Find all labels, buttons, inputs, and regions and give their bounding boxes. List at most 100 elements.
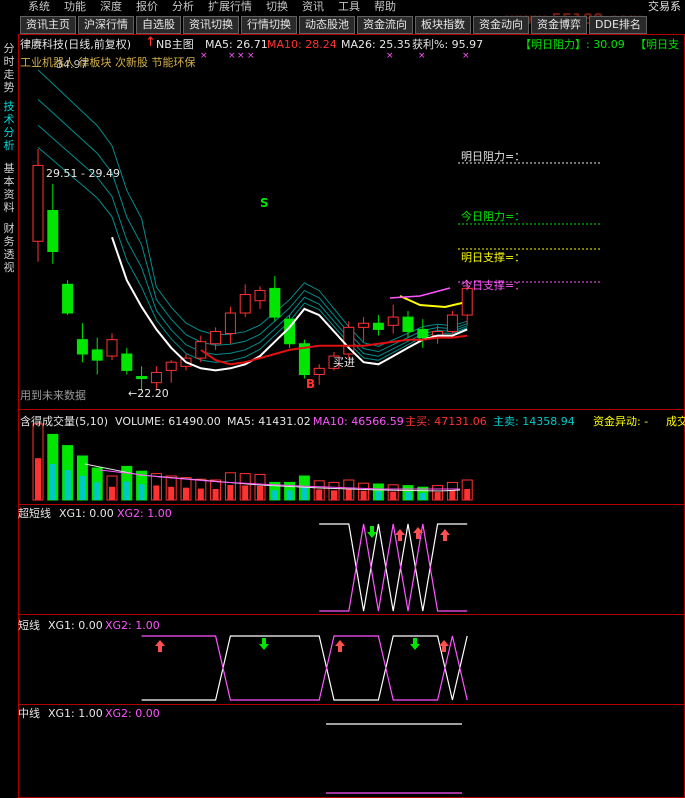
panel-divider [18, 614, 685, 615]
medium-label: 中线 [18, 707, 40, 720]
x-marker-icon: × [200, 51, 208, 61]
volume-inner-bar [419, 492, 426, 500]
nb-label[interactable]: NB主图 [156, 38, 194, 51]
volume-inner-bar [405, 492, 411, 500]
volume-inner-bar [360, 490, 367, 500]
volume-inner-bar [64, 470, 71, 500]
candle-body [106, 339, 118, 357]
volume-inner-bar [79, 475, 86, 500]
candle-body [224, 312, 236, 334]
volume-inner-bar [35, 458, 41, 500]
volume-inner-bar [168, 486, 175, 500]
buy-mark: B [306, 377, 316, 391]
tomorrow-cut-header: 【明日支 [635, 38, 679, 51]
ma10-label: MA10: 28.24 [267, 38, 337, 51]
candle-body [136, 376, 148, 380]
volume-inner-bar [345, 489, 352, 500]
medium-xg1: XG1: 1.00 [48, 707, 103, 720]
candle-body [387, 316, 399, 326]
high-range-label: 29.51 - 29.49 [46, 167, 120, 180]
volume-ma5: MA5: 41431.02 [227, 415, 311, 428]
volume-inner-bar [153, 485, 160, 500]
candle-body [446, 314, 458, 332]
medium-xg2: XG2: 0.00 [105, 707, 160, 720]
super-short-xg2: XG2: 1.00 [117, 507, 172, 520]
candle-body [417, 328, 429, 339]
volume-inner-bar [94, 482, 101, 500]
volume-inner-bar [286, 490, 293, 500]
volume-inner-bar [449, 490, 456, 500]
volume-ma10: MA10: 46566.59 [313, 415, 404, 428]
buy-arrow-icon [440, 529, 450, 541]
chart-canvas: × × × × × × × [18, 34, 685, 798]
candle-body [91, 349, 103, 361]
volume-inner-bar [138, 484, 145, 500]
super-short-label: 超短线 [18, 507, 51, 520]
candle-body [210, 330, 222, 345]
candle-body [402, 316, 414, 332]
sell-mark: S [260, 196, 269, 210]
short-xg1: XG1: 0.00 [48, 619, 103, 632]
candle-body [62, 283, 74, 314]
main-buy-label: 主买: 47131.06 [405, 415, 487, 428]
sector-tags: 工业机器人 律板块 次新股 节能环保 [20, 56, 196, 69]
volume-inner-bar [109, 486, 115, 500]
low-price-label: ←22.20 [128, 387, 169, 400]
volume-inner-bar [197, 488, 204, 500]
volume-inner-bar [183, 487, 189, 500]
x-marker-icon: × [418, 51, 426, 61]
volume-inner-bar [123, 481, 130, 500]
candle-body [121, 353, 133, 371]
ma-fan-line [37, 99, 468, 353]
ma-fan-line [37, 69, 468, 347]
volume-inner-bar [375, 491, 382, 500]
buy-arrow-icon [155, 640, 165, 652]
short-xg2: XG2: 1.00 [105, 619, 160, 632]
today-support-label: 今日支撑=： [461, 279, 526, 292]
ma26-label: MA26: 25.35 [341, 38, 411, 51]
buy-arrow-icon [395, 529, 405, 541]
magenta-ma-line [389, 287, 451, 299]
main-sell-label: 主卖: 14358.94 [493, 415, 575, 428]
deal-label: 成交 [666, 415, 685, 428]
profit-label: 获利%: 95.97 [412, 38, 484, 51]
candle-body [32, 164, 44, 242]
candle-body [461, 287, 473, 316]
panel-divider [18, 504, 685, 505]
high-price-label: 34.97 [56, 58, 88, 71]
volume-inner-bar [434, 492, 441, 500]
fund-alert-label: 资金异动: - [593, 415, 649, 428]
candle-body [372, 322, 384, 330]
volume-inner-bar [390, 491, 397, 500]
candle-body [165, 361, 177, 371]
stock-title: 律赓科技(日线,前复权) [20, 38, 132, 51]
today-resist-label: 今日阻力=： [461, 210, 526, 223]
volume-inner-bar [316, 489, 323, 500]
volume-inner-bar [464, 489, 471, 500]
volume-inner-bar [49, 463, 56, 500]
candle-body [269, 287, 281, 318]
candle-body [358, 322, 370, 328]
sell-arrow-icon [367, 526, 377, 538]
candle-body [76, 339, 88, 355]
x-marker-icon: × [247, 51, 255, 61]
x-marker-icon: × [228, 51, 236, 61]
x-marker-icon: × [386, 51, 394, 61]
x-marker-icon: × [237, 51, 245, 61]
x-marker-icon: × [462, 51, 470, 61]
buy-arrow-icon [335, 640, 345, 652]
sell-arrow-icon [410, 638, 420, 650]
volume-inner-bar [301, 486, 308, 500]
volume-inner-bar [242, 485, 249, 500]
volume-inner-bar [257, 485, 263, 500]
short-label: 短线 [18, 619, 40, 632]
candle-body [254, 289, 266, 302]
future-data-note: 用到未来数据 [20, 389, 86, 402]
volume-inner-bar [227, 485, 234, 500]
nb-arrow-icon: ↑ [145, 35, 156, 50]
volume-inner-bar [331, 490, 337, 500]
volume-title: 含得成交量(5,10) [20, 415, 109, 428]
buy-in-label: 买进 [333, 356, 355, 369]
tomorrow-support-label: 明日支撑=： [461, 251, 526, 264]
candle-body [239, 294, 251, 314]
